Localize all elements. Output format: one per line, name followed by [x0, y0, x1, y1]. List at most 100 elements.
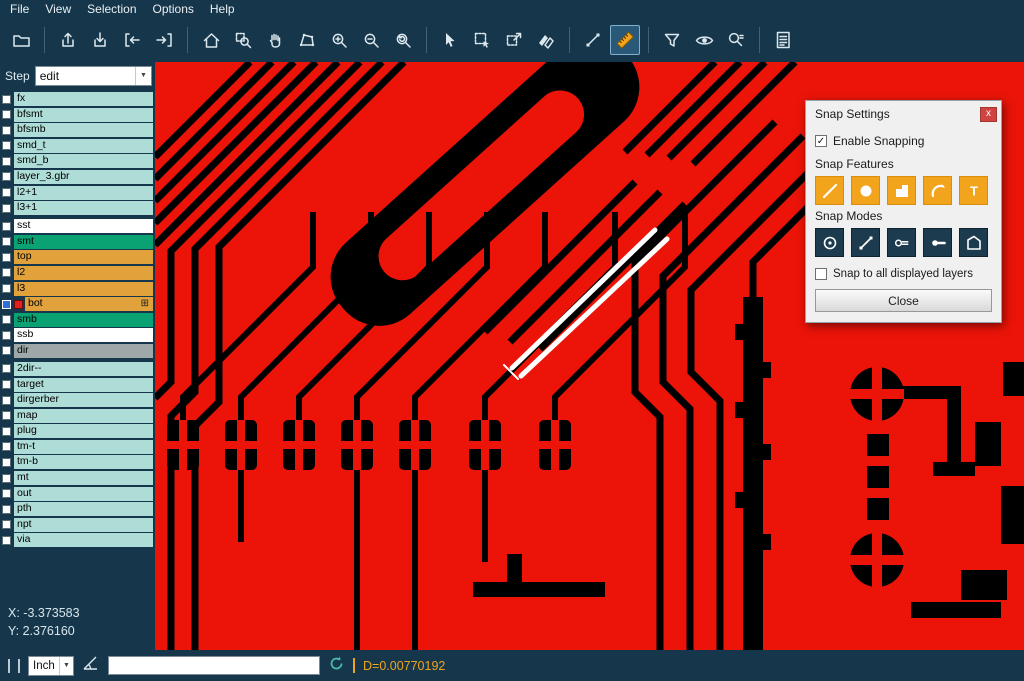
- layer-visibility-checkbox[interactable]: [2, 300, 11, 309]
- select-cursor-icon[interactable]: [435, 25, 465, 55]
- layer-visibility-checkbox[interactable]: [2, 380, 11, 389]
- home-view-icon[interactable]: [196, 25, 226, 55]
- layer-visibility-checkbox[interactable]: [2, 110, 11, 119]
- layer-row[interactable]: l3+1 ⊞: [1, 201, 153, 215]
- menu-options[interactable]: Options: [145, 0, 202, 18]
- report-icon[interactable]: [768, 25, 798, 55]
- step-select[interactable]: edit ▼: [35, 66, 152, 86]
- layer-visibility-checkbox[interactable]: [2, 474, 11, 483]
- layer-row[interactable]: via ⊞: [1, 533, 153, 547]
- step-out-icon[interactable]: [149, 25, 179, 55]
- snap-text-icon[interactable]: T: [959, 176, 988, 205]
- export-step-icon[interactable]: [53, 25, 83, 55]
- refresh-icon[interactable]: [328, 655, 345, 677]
- layer-visibility-checkbox[interactable]: [2, 204, 11, 213]
- layer-row[interactable]: npt ⊞: [1, 518, 153, 532]
- layer-visibility-checkbox[interactable]: [2, 284, 11, 293]
- dialog-title-bar[interactable]: Snap Settings x: [806, 101, 1001, 125]
- snap-slot-filled-icon[interactable]: [923, 228, 952, 257]
- close-icon[interactable]: x: [980, 107, 997, 122]
- angle-measure-icon[interactable]: [82, 655, 100, 676]
- snap-endpoint-icon[interactable]: [851, 228, 880, 257]
- layer-row[interactable]: smd_b ⊞: [1, 154, 153, 168]
- layer-visibility-checkbox[interactable]: [2, 331, 11, 340]
- layer-visibility-checkbox[interactable]: [2, 520, 11, 529]
- step-in-icon[interactable]: [117, 25, 147, 55]
- layer-row[interactable]: tm-t ⊞: [1, 440, 153, 454]
- enable-snapping-checkbox[interactable]: ✓: [815, 135, 827, 147]
- highlight-eye-icon[interactable]: [689, 25, 719, 55]
- layer-row[interactable]: l3 ⊞: [1, 282, 153, 296]
- mirror-icon[interactable]: [531, 25, 561, 55]
- snap-slot-icon[interactable]: [887, 228, 916, 257]
- layer-visibility-checkbox[interactable]: [2, 141, 11, 150]
- layer-row[interactable]: tm-b ⊞: [1, 455, 153, 469]
- zoom-window-icon[interactable]: [228, 25, 258, 55]
- statusbar-grip[interactable]: [18, 659, 20, 673]
- menu-file[interactable]: File: [2, 0, 37, 18]
- layer-row[interactable]: target ⊞: [1, 378, 153, 392]
- layer-visibility-checkbox[interactable]: [2, 458, 11, 467]
- select-window-icon[interactable]: [467, 25, 497, 55]
- layer-visibility-checkbox[interactable]: [2, 505, 11, 514]
- layer-visibility-checkbox[interactable]: [2, 489, 11, 498]
- layer-visibility-checkbox[interactable]: [2, 237, 11, 246]
- zoom-in-icon[interactable]: [324, 25, 354, 55]
- snap-line-icon[interactable]: [815, 176, 844, 205]
- select-reference-icon[interactable]: [499, 25, 529, 55]
- menu-help[interactable]: Help: [202, 0, 243, 18]
- layer-visibility-checkbox[interactable]: [2, 172, 11, 181]
- layer-visibility-checkbox[interactable]: [2, 536, 11, 545]
- menu-selection[interactable]: Selection: [79, 0, 144, 18]
- layer-row[interactable]: dir ⊞: [1, 344, 153, 358]
- open-file-icon[interactable]: [6, 25, 36, 55]
- layer-visibility-checkbox[interactable]: [2, 427, 11, 436]
- layer-visibility-checkbox[interactable]: [2, 268, 11, 277]
- layer-row[interactable]: ssb ⊞: [1, 328, 153, 342]
- layer-visibility-checkbox[interactable]: [2, 396, 11, 405]
- draw-polygon-icon[interactable]: [292, 25, 322, 55]
- snap-all-layers-checkbox[interactable]: [815, 268, 827, 280]
- layer-visibility-checkbox[interactable]: [2, 222, 11, 231]
- search-net-icon[interactable]: [721, 25, 751, 55]
- line-tool-icon[interactable]: [578, 25, 608, 55]
- layer-visibility-checkbox[interactable]: [2, 315, 11, 324]
- menu-view[interactable]: View: [37, 0, 79, 18]
- layer-row[interactable]: bfsmb ⊞: [1, 123, 153, 137]
- layer-row[interactable]: smb ⊞: [1, 313, 153, 327]
- statusbar-grip[interactable]: [8, 659, 10, 673]
- layer-visibility-checkbox[interactable]: [2, 253, 11, 262]
- snap-pad-icon[interactable]: [851, 176, 880, 205]
- layer-row[interactable]: bfsmt ⊞: [1, 108, 153, 122]
- snap-arc-icon[interactable]: [923, 176, 952, 205]
- layer-row[interactable]: top ⊞: [1, 250, 153, 264]
- layer-row[interactable]: pth ⊞: [1, 502, 153, 516]
- command-input[interactable]: [108, 656, 320, 675]
- layer-visibility-checkbox[interactable]: [2, 126, 11, 135]
- layer-row[interactable]: l2 ⊞: [1, 266, 153, 280]
- layer-visibility-checkbox[interactable]: [2, 442, 11, 451]
- layer-row[interactable]: 2dir-- ⊞: [1, 362, 153, 376]
- layer-row[interactable]: sst ⊞: [1, 219, 153, 233]
- unit-select[interactable]: Inch ▼: [28, 656, 74, 676]
- layer-visibility-checkbox[interactable]: [2, 411, 11, 420]
- layer-row[interactable]: smd_t ⊞: [1, 139, 153, 153]
- layer-row[interactable]: mt ⊞: [1, 471, 153, 485]
- layer-visibility-checkbox[interactable]: [2, 346, 11, 355]
- zoom-previous-icon[interactable]: [388, 25, 418, 55]
- layer-row[interactable]: fx ⊞: [1, 92, 153, 106]
- chevron-down-icon[interactable]: ▼: [135, 67, 151, 85]
- layer-row[interactable]: smt ⊞: [1, 235, 153, 249]
- pan-hand-icon[interactable]: [260, 25, 290, 55]
- layer-visibility-checkbox[interactable]: [2, 95, 11, 104]
- layer-row[interactable]: layer_3.gbr ⊞: [1, 170, 153, 184]
- snap-corner-icon[interactable]: [887, 176, 916, 205]
- layer-visibility-checkbox[interactable]: [2, 364, 11, 373]
- layer-visibility-checkbox[interactable]: [2, 188, 11, 197]
- layer-row[interactable]: plug ⊞: [1, 424, 153, 438]
- layer-row[interactable]: bot ⊞: [1, 297, 153, 311]
- dialog-close-button[interactable]: Close: [815, 289, 992, 312]
- layer-row[interactable]: out ⊞: [1, 487, 153, 501]
- snap-vertex-icon[interactable]: [959, 228, 988, 257]
- layer-row[interactable]: map ⊞: [1, 409, 153, 423]
